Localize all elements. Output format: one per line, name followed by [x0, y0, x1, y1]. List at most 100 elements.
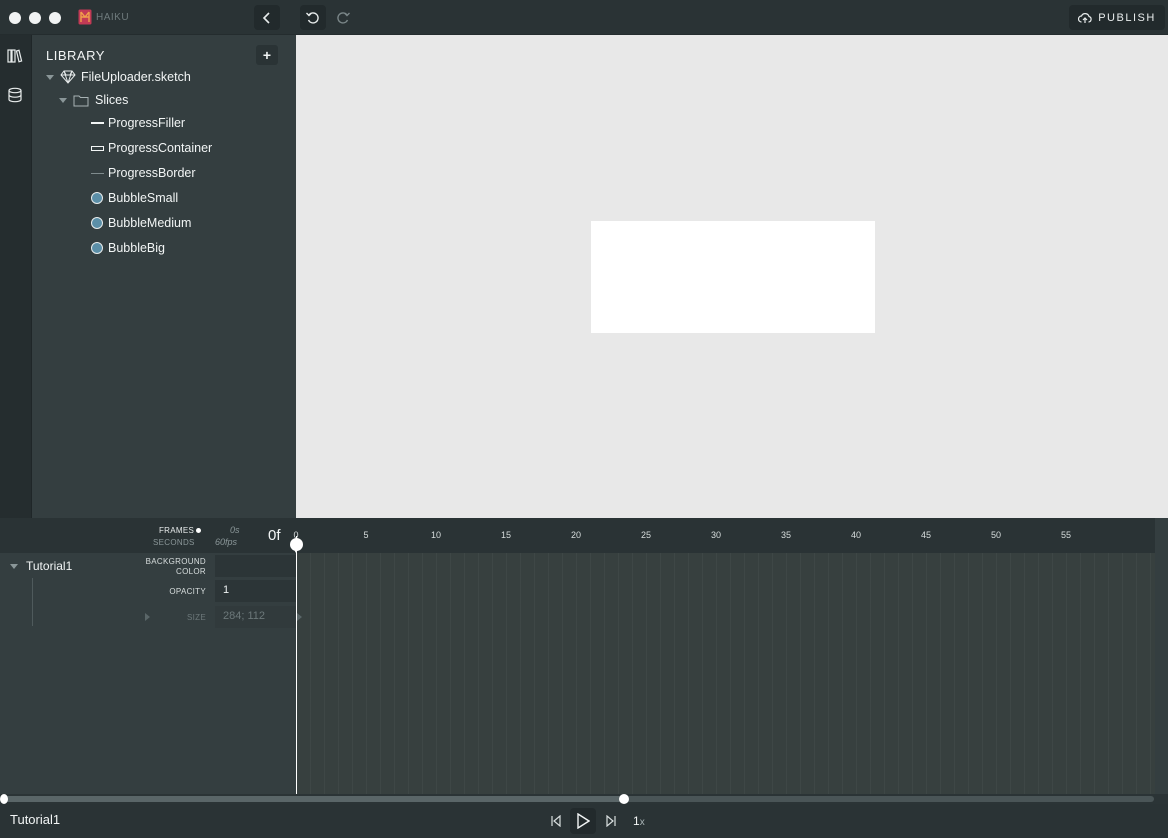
layer-item[interactable]: ProgressFiller	[90, 116, 185, 130]
playback-bar: Tutorial1 1x	[0, 804, 1168, 838]
ruler-tick-label: 55	[1060, 530, 1072, 540]
ruler-tick-label: 20	[570, 530, 582, 540]
rectangle-outline-icon	[90, 145, 104, 151]
background-color-input[interactable]	[215, 555, 296, 577]
playhead-line[interactable]	[296, 536, 297, 794]
skip-back-button[interactable]	[543, 808, 569, 834]
sketch-diamond-icon	[60, 70, 76, 84]
chevron-left-icon	[262, 11, 270, 24]
ruler-tick-label: 5	[363, 530, 369, 540]
skip-forward-button[interactable]	[598, 808, 624, 834]
ruler-tick-label: 30	[710, 530, 722, 540]
keyframe-grid[interactable]	[296, 553, 1155, 794]
window-minimize-button[interactable]	[29, 12, 41, 24]
window-zoom-button[interactable]	[49, 12, 61, 24]
window-close-button[interactable]	[9, 12, 21, 24]
artboard[interactable]	[591, 221, 875, 333]
undo-button[interactable]	[300, 5, 326, 30]
skip-forward-icon	[606, 815, 616, 827]
library-add-button[interactable]: +	[256, 45, 278, 65]
size-keyframe-arrow-icon[interactable]	[297, 613, 302, 621]
ruler-tick-label: 45	[920, 530, 932, 540]
ruler-tick-label: 15	[500, 530, 512, 540]
stage-canvas[interactable]	[296, 35, 1168, 518]
layer-label: BubbleBig	[108, 241, 165, 255]
component-expand-icon[interactable]	[10, 564, 18, 569]
speed-value: 1	[633, 814, 640, 828]
ruler-tick-label: 40	[850, 530, 862, 540]
skip-back-icon	[551, 815, 561, 827]
opacity-input[interactable]: 1	[215, 580, 296, 602]
layer-item[interactable]: ProgressContainer	[90, 141, 212, 155]
opacity-label: OPACITY	[169, 587, 206, 596]
tree-item-slices-folder[interactable]: Slices	[59, 93, 128, 107]
publish-label: PUBLISH	[1098, 11, 1156, 24]
timeline-ruler[interactable]: 0 5 10 15 20 25 30 35 40 45 50 55	[293, 518, 1155, 553]
play-icon	[577, 813, 590, 829]
timeline-header: FRAMES SECONDS 0s 60fps 0f 0 5 10 15 20 25 30 3…	[0, 518, 1155, 553]
folder-icon	[73, 95, 89, 106]
layer-label: ProgressBorder	[108, 166, 196, 180]
circle-icon	[90, 242, 104, 254]
background-label-line2: COLOR	[176, 567, 206, 576]
background-label-line1: BACKGROUND	[145, 557, 206, 566]
slices-folder-label: Slices	[95, 93, 129, 107]
playback-speed[interactable]: 1x	[633, 814, 645, 828]
scrollbar-thumb[interactable]	[4, 796, 624, 802]
circle-icon	[90, 217, 104, 229]
expand-triangle-icon[interactable]	[46, 74, 54, 80]
timeline-scrollbar[interactable]	[0, 794, 1168, 804]
scrollbar-start-handle[interactable]	[0, 794, 8, 804]
fps-value: 60fps	[215, 537, 238, 547]
layer-label: ProgressFiller	[108, 116, 186, 130]
timeline-panel: FRAMES SECONDS 0s 60fps 0f 0 5 10 15 20 25 30 3…	[0, 518, 1168, 794]
background-color-label: BACKGROUND COLOR	[146, 557, 206, 577]
size-input[interactable]: 284; 112	[215, 606, 296, 628]
layer-item[interactable]: BubbleSmall	[90, 191, 178, 205]
current-frame-value: 0f	[268, 527, 281, 544]
brand-name: HAIKU	[96, 12, 130, 23]
frames-toggle-label[interactable]: FRAMES	[159, 526, 194, 535]
haiku-logo-icon	[78, 9, 92, 25]
library-books-icon[interactable]	[6, 47, 24, 65]
expand-triangle-icon[interactable]	[59, 97, 67, 103]
time-seconds-value: 0s	[230, 525, 240, 535]
play-button[interactable]	[570, 808, 596, 834]
scrollbar-end-handle[interactable]	[619, 794, 629, 804]
size-expand-icon[interactable]	[145, 613, 150, 621]
layer-label: BubbleMedium	[108, 216, 192, 230]
side-rail	[0, 35, 32, 518]
ruler-tick-label: 10	[430, 530, 442, 540]
layer-item[interactable]: ProgressBorder	[90, 166, 196, 180]
database-icon[interactable]	[6, 86, 24, 104]
thin-line-icon	[90, 172, 104, 174]
layer-label: BubbleSmall	[108, 191, 179, 205]
undo-icon	[306, 11, 319, 24]
component-name[interactable]: Tutorial1	[26, 559, 72, 573]
redo-icon	[337, 11, 350, 24]
active-component-name: Tutorial1	[10, 812, 61, 827]
redo-button[interactable]	[330, 5, 356, 30]
seconds-toggle-label[interactable]: SECONDS	[153, 538, 195, 547]
cloud-upload-icon	[1078, 12, 1092, 23]
ruler-tick-label: 25	[640, 530, 652, 540]
library-title: LIBRARY	[46, 48, 105, 63]
line-icon	[90, 122, 104, 124]
title-bar: HAIKU PUBLISH	[0, 0, 1168, 35]
ruler-tick-label: 35	[780, 530, 792, 540]
layer-item[interactable]: BubbleBig	[90, 241, 165, 255]
playhead-handle[interactable]	[290, 538, 303, 553]
layer-item[interactable]: BubbleMedium	[90, 216, 191, 230]
frames-selected-dot[interactable]	[196, 528, 201, 533]
circle-icon	[90, 192, 104, 204]
library-panel: LIBRARY + FileUploader.sketch Slices Pro…	[32, 35, 296, 518]
back-button[interactable]	[254, 5, 280, 30]
size-label: SIZE	[187, 613, 206, 622]
tree-item-sketch-file[interactable]: FileUploader.sketch	[46, 70, 191, 84]
speed-unit: x	[639, 817, 645, 828]
tree-guide-line	[32, 578, 33, 626]
publish-button[interactable]: PUBLISH	[1069, 5, 1165, 30]
sketch-file-label: FileUploader.sketch	[81, 70, 191, 84]
layer-label: ProgressContainer	[108, 141, 213, 155]
ruler-tick-label: 50	[990, 530, 1002, 540]
